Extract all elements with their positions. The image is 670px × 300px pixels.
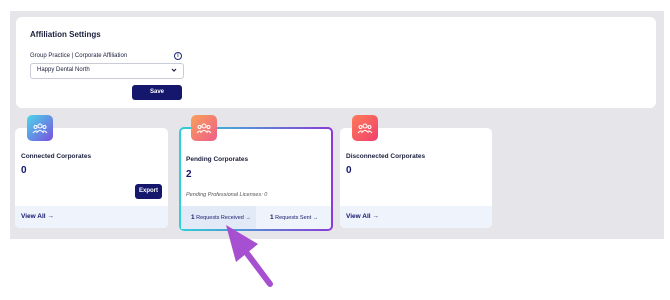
pointer-arrow-icon [226,225,273,287]
